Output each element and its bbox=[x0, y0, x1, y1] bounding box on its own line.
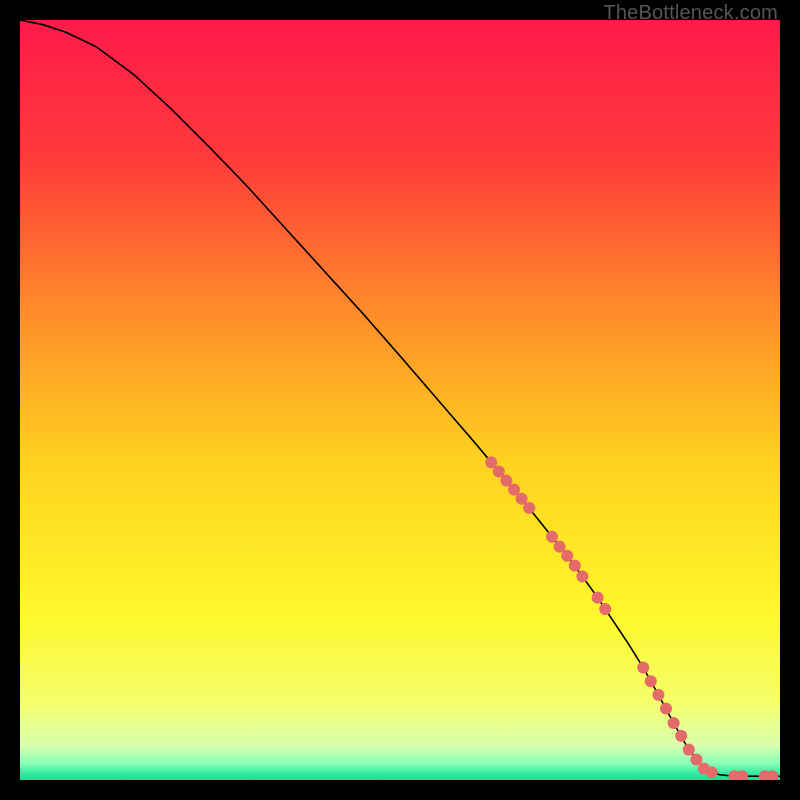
plot-background bbox=[20, 20, 780, 780]
marker-point bbox=[645, 675, 657, 687]
marker-point bbox=[546, 531, 558, 543]
marker-point bbox=[599, 603, 611, 615]
chart-plot bbox=[20, 20, 780, 780]
marker-point bbox=[569, 560, 581, 572]
marker-point bbox=[561, 550, 573, 562]
marker-point bbox=[576, 570, 588, 582]
marker-point bbox=[660, 703, 672, 715]
marker-point bbox=[683, 744, 695, 756]
marker-point bbox=[523, 502, 535, 514]
marker-point bbox=[675, 730, 687, 742]
marker-point bbox=[706, 766, 718, 778]
marker-point bbox=[668, 717, 680, 729]
chart-frame: TheBottleneck.com bbox=[0, 0, 800, 800]
marker-point bbox=[652, 689, 664, 701]
marker-point bbox=[592, 592, 604, 604]
watermark-text: TheBottleneck.com bbox=[603, 2, 778, 25]
marker-point bbox=[637, 662, 649, 674]
